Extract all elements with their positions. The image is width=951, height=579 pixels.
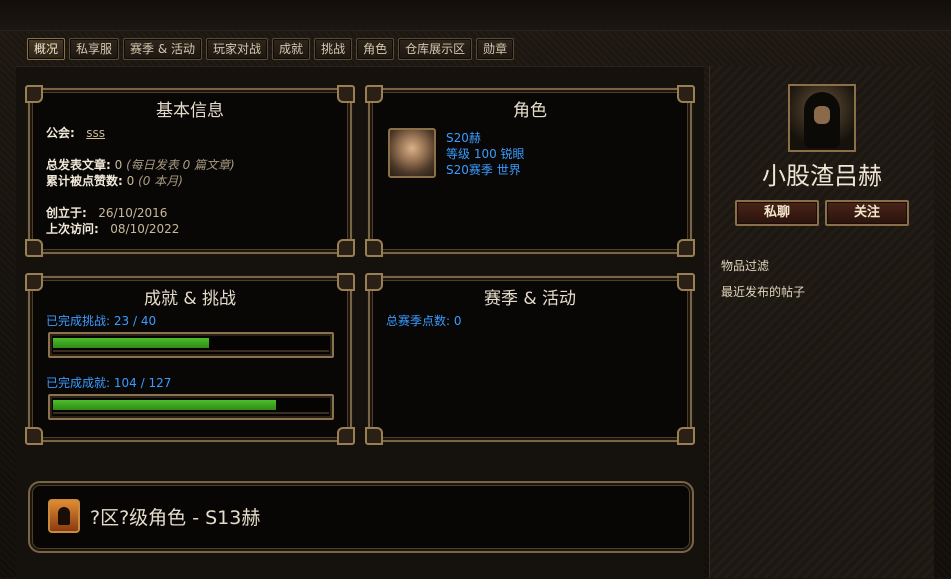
characters-title: 角色 [513, 101, 547, 121]
frame-corner [365, 239, 383, 257]
achievements-progress-bar [48, 394, 334, 420]
guild-row: 公会: sss [46, 124, 105, 141]
item-filter-link[interactable]: 物品过滤 [721, 257, 769, 274]
posts-value: 0 [114, 158, 123, 172]
top-banner [0, 0, 951, 31]
achievements-row[interactable]: 已完成成就: 104 / 127 [46, 374, 171, 391]
progress-track [53, 412, 329, 414]
frame-corner [25, 427, 43, 445]
created-value: 26/10/2016 [98, 206, 168, 220]
posts-label: 总发表文章: [46, 158, 111, 172]
tab-private-server[interactable]: 私享服 [69, 38, 120, 60]
progress-track [53, 350, 329, 352]
posts-note: (每日发表 0 篇文章) [126, 158, 235, 172]
featured-character-bar[interactable]: ?区?级角色 - S13赫 [28, 481, 694, 553]
frame-corner [25, 239, 43, 257]
guild-label: 公会: [46, 126, 75, 140]
frame-corner [365, 427, 383, 445]
private-message-button[interactable]: 私聊 [735, 200, 819, 226]
hero-info[interactable]: S20赫 等级 100 锐眼 S20赛季 世界 [446, 130, 525, 178]
tab-season-events[interactable]: 赛季 & 活动 [123, 38, 203, 60]
challenges-progress-bar [48, 332, 334, 358]
profile-sidebar: 小股渣吕赫 私聊 关注 物品过滤 最近发布的帖子 [709, 66, 934, 578]
season-panel: 赛季 & 活动 总赛季点数: 0 [365, 273, 695, 445]
basic-info-title: 基本信息 [156, 101, 224, 121]
achievements-value: 104 / 127 [113, 376, 172, 390]
challenges-value: 23 / 40 [113, 314, 157, 328]
likes-row: 累计被点赞数: 0 (0 本月) [46, 172, 183, 189]
achievements-panel: 成就 & 挑战 已完成挑战: 23 / 40 已完成成就: 104 / 127 [25, 273, 355, 445]
tab-stash-showcase[interactable]: 仓库展示区 [398, 38, 473, 60]
likes-note: (0 本月) [138, 174, 183, 188]
tab-achievements[interactable]: 成就 [272, 38, 311, 60]
featured-character-text[interactable]: ?区?级角色 - S13赫 [90, 503, 260, 530]
frame-corner [677, 427, 695, 445]
season-points-row: 总赛季点数: 0 [386, 312, 462, 329]
follow-button[interactable]: 关注 [825, 200, 909, 226]
tab-pvp[interactable]: 玩家对战 [206, 38, 269, 60]
tab-characters[interactable]: 角色 [356, 38, 395, 60]
tab-overview[interactable]: 概况 [27, 38, 66, 60]
profile-tabs: 概况 私享服 赛季 & 活动 玩家对战 成就 挑战 角色 仓库展示区 勋章 [27, 38, 515, 60]
frame-corner [677, 239, 695, 257]
character-class-icon [48, 499, 80, 533]
recent-posts-link[interactable]: 最近发布的帖子 [721, 283, 805, 300]
challenges-progress-fill [53, 338, 209, 348]
created-row: 创立于: 26/10/2016 [46, 204, 167, 221]
last-visit-value: 08/10/2022 [110, 222, 180, 236]
created-label: 创立于: [46, 206, 87, 220]
season-points-value: 0 [453, 314, 462, 328]
likes-label: 累计被点赞数: [46, 174, 123, 188]
frame-corner [337, 427, 355, 445]
hero-portrait[interactable] [388, 128, 436, 178]
characters-panel: 角色 S20赫 等级 100 锐眼 S20赛季 世界 [365, 85, 695, 257]
likes-value: 0 [126, 174, 135, 188]
basic-info-panel: 基本信息 公会: sss 总发表文章: 0 (每日发表 0 篇文章) 累计被点赞… [25, 85, 355, 257]
last-visit-label: 上次访问: [46, 222, 99, 236]
username: 小股渣吕赫 [762, 162, 882, 190]
challenges-label: 已完成挑战: [46, 314, 111, 328]
challenges-row[interactable]: 已完成挑战: 23 / 40 [46, 312, 156, 329]
season-points-label: 总赛季点数: [386, 314, 451, 328]
achievements-label: 已完成成就: [46, 376, 111, 390]
posts-row: 总发表文章: 0 (每日发表 0 篇文章) [46, 156, 235, 173]
achievements-title: 成就 & 挑战 [143, 289, 237, 309]
hero-name[interactable]: S20赫 [446, 130, 525, 146]
achievements-progress-fill [53, 400, 276, 410]
tab-challenges[interactable]: 挑战 [314, 38, 353, 60]
hero-level: 等级 100 锐眼 [446, 147, 525, 161]
guild-link[interactable]: sss [86, 126, 105, 140]
frame-corner [337, 239, 355, 257]
last-visit-row: 上次访问: 08/10/2022 [46, 220, 179, 237]
hero-season: S20赛季 世界 [446, 163, 521, 177]
tab-medals[interactable]: 勋章 [476, 38, 515, 60]
avatar [788, 84, 856, 152]
season-title: 赛季 & 活动 [483, 289, 577, 309]
avatar-face [814, 106, 830, 124]
